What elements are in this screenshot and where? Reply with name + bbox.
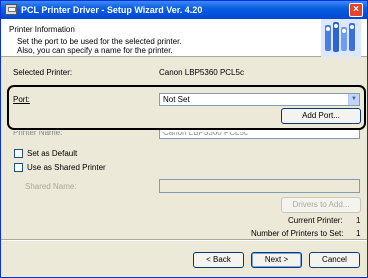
selected-printer-value: Canon LBP5360 PCL5c xyxy=(159,68,244,77)
header-title: Printer Information xyxy=(9,25,75,34)
close-button[interactable]: × xyxy=(349,3,363,17)
current-printer-label: Current Printer: xyxy=(288,216,343,225)
setup-wizard-window: PCL Printer Driver - Setup Wizard Ver. 4… xyxy=(0,0,368,278)
port-select-value: Not Set xyxy=(163,95,190,104)
next-button[interactable]: Next > xyxy=(251,252,302,268)
printer-wizard-art-icon xyxy=(321,19,361,57)
set-default-label: Set as Default xyxy=(27,149,78,158)
footer-divider xyxy=(1,239,367,241)
current-printer-value: 1 xyxy=(356,216,361,225)
add-port-button[interactable]: Add Port... xyxy=(281,108,361,124)
port-label: Port: xyxy=(13,95,30,104)
wizard-header: Printer Information Set the port to be u… xyxy=(1,19,367,57)
window-title: PCL Printer Driver - Setup Wizard Ver. 4… xyxy=(21,5,203,15)
header-desc-line-1: Set the port to be used for the selected… xyxy=(17,37,182,46)
port-select[interactable]: Not Set ▼ xyxy=(159,93,360,106)
cancel-button[interactable]: Cancel xyxy=(309,252,360,268)
printers-to-set-label: Number of Printers to Set: xyxy=(251,229,344,238)
set-default-checkbox[interactable] xyxy=(14,149,23,158)
chevron-down-icon[interactable]: ▼ xyxy=(348,94,359,105)
shared-name-input[interactable] xyxy=(159,179,360,193)
header-description: Set the port to be used for the selected… xyxy=(17,37,182,55)
use-shared-checkbox[interactable] xyxy=(14,163,23,172)
drivers-to-add-button[interactable]: Drivers to Add... xyxy=(281,197,361,213)
shared-name-label: Shared Name: xyxy=(25,182,77,191)
use-shared-label: Use as Shared Printer xyxy=(27,163,106,172)
title-bar[interactable]: PCL Printer Driver - Setup Wizard Ver. 4… xyxy=(1,1,367,19)
printer-app-icon xyxy=(5,4,17,15)
printers-to-set-value: 1 xyxy=(356,229,361,238)
header-desc-line-2: Also, you can specify a name for the pri… xyxy=(17,46,173,55)
back-button[interactable]: < Back xyxy=(193,252,244,268)
selected-printer-label: Selected Printer: xyxy=(13,68,73,77)
port-label-text: Port: xyxy=(13,95,30,104)
